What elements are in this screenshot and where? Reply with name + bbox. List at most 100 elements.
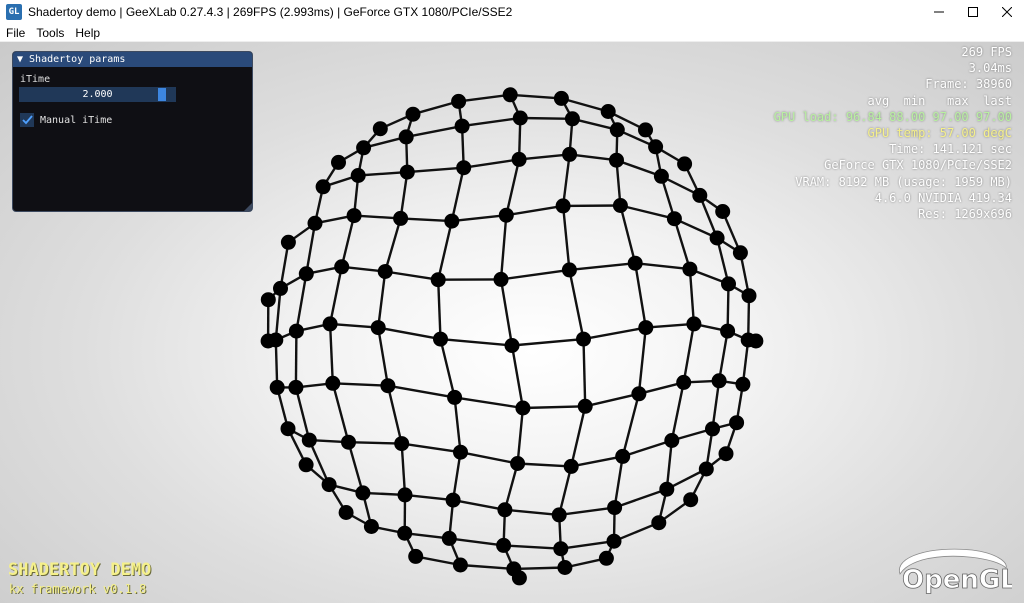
mesh-vertex <box>598 550 614 566</box>
mesh-edge <box>347 441 365 494</box>
mesh-vertex <box>666 211 682 227</box>
mesh-edge <box>670 382 685 441</box>
itime-slider[interactable]: 2.000 <box>19 87 176 102</box>
mesh-vertex <box>444 213 460 229</box>
manual-itime-label: Manual iTime <box>40 114 113 126</box>
mesh-vertex <box>512 110 528 126</box>
maximize-button[interactable] <box>956 0 990 24</box>
itime-label: iTime <box>20 74 51 85</box>
mesh-vertex <box>273 280 288 296</box>
framework-version: kx framework v0.1.8 <box>9 582 147 596</box>
mesh-vertex <box>677 156 693 172</box>
mesh-vertex <box>638 122 653 138</box>
mesh-edge <box>561 205 571 271</box>
mesh-edge <box>619 205 637 264</box>
mesh-vertex <box>735 376 751 392</box>
mesh-edge <box>510 345 525 409</box>
menu-tools[interactable]: Tools <box>30 26 69 40</box>
mesh-edge <box>688 269 696 324</box>
mesh-vertex <box>298 266 314 282</box>
mesh-vertex <box>393 210 409 226</box>
mesh-vertex <box>356 140 372 156</box>
mesh-vertex <box>612 198 628 213</box>
mesh-edge <box>451 214 507 223</box>
mesh-vertex <box>341 434 356 450</box>
mesh-vertex <box>377 264 393 279</box>
mesh-vertex <box>576 331 591 347</box>
mesh-edge <box>452 498 506 511</box>
mesh-vertex <box>454 118 470 134</box>
mesh-vertex <box>606 533 622 549</box>
checkmark-icon <box>21 115 33 125</box>
mesh-vertex <box>334 259 350 275</box>
mesh-vertex <box>405 106 421 122</box>
mesh-vertex <box>557 560 573 575</box>
minimize-icon <box>934 11 944 13</box>
mesh-edge <box>560 540 615 550</box>
mesh-edge <box>517 462 572 468</box>
mesh-vertex <box>698 461 714 477</box>
mesh-vertex <box>715 204 731 219</box>
mesh-vertex <box>562 146 578 162</box>
mesh-vertex <box>307 215 323 231</box>
mesh-vertex <box>456 160 472 176</box>
mesh-vertex <box>321 477 337 493</box>
mesh-edge <box>294 331 298 388</box>
mesh-edge <box>682 323 696 383</box>
stats-line: Frame: 38960 <box>925 77 1012 92</box>
mesh-edge <box>458 93 511 103</box>
mesh-vertex <box>511 151 527 167</box>
mesh-vertex <box>555 198 571 214</box>
mesh-vertex <box>676 374 692 390</box>
mesh-vertex <box>631 386 647 402</box>
mesh-edge <box>294 387 311 441</box>
mesh-edge <box>348 441 402 445</box>
panel-header[interactable]: ▼ Shadertoy params <box>13 52 252 67</box>
mesh-edge <box>505 159 521 216</box>
minimize-button[interactable] <box>922 0 956 24</box>
mesh-edge <box>400 217 452 223</box>
mesh-vertex <box>607 500 623 516</box>
mesh-vertex <box>451 93 467 109</box>
panel-resize-grip[interactable] <box>244 203 252 211</box>
close-button[interactable] <box>990 0 1024 24</box>
mesh-vertex <box>399 164 415 180</box>
mesh-vertex <box>692 187 708 203</box>
mesh-edge <box>569 262 636 272</box>
mesh-edge <box>453 397 462 453</box>
stats-line: 4.6.0 NVIDIA 419.34 <box>874 190 1012 205</box>
mesh-vertex <box>355 485 371 501</box>
mesh-vertex <box>430 272 446 288</box>
mesh-edge <box>437 279 442 340</box>
mesh-vertex <box>732 245 748 261</box>
menu-bar: File Tools Help <box>0 24 1024 42</box>
mesh-vertex <box>515 400 531 416</box>
mesh-edge <box>637 327 647 394</box>
mesh-vertex <box>609 152 624 168</box>
mesh-vertex <box>721 276 736 292</box>
mesh-vertex <box>372 121 388 137</box>
stats-line: GeForce GTX 1080/PCIe/SSE2 <box>824 158 1012 173</box>
menu-help[interactable]: Help <box>69 26 105 40</box>
mesh-vertex <box>493 271 509 287</box>
mesh-vertex <box>397 487 413 503</box>
mesh-edge <box>582 339 587 407</box>
stats-line: VRAM: 8192 MB (usage: 1959 MB) <box>795 174 1012 189</box>
menu-file[interactable]: File <box>0 26 30 40</box>
mesh-edge <box>673 218 692 270</box>
mesh-vertex <box>564 111 580 127</box>
mesh-vertex <box>659 481 675 497</box>
mesh-edge <box>440 337 513 347</box>
mesh-vertex <box>350 168 366 183</box>
mesh-edge <box>614 488 668 509</box>
manual-itime-checkbox[interactable] <box>20 113 34 127</box>
mesh-vertex <box>346 208 362 224</box>
mesh-vertex <box>445 492 461 508</box>
mesh-edge <box>305 223 317 275</box>
mesh-edge <box>635 262 691 271</box>
mesh-vertex <box>315 179 331 195</box>
mesh-edge <box>621 393 641 457</box>
mesh-vertex <box>398 129 414 145</box>
mesh-vertex <box>397 525 413 541</box>
mesh-vertex <box>615 448 631 464</box>
